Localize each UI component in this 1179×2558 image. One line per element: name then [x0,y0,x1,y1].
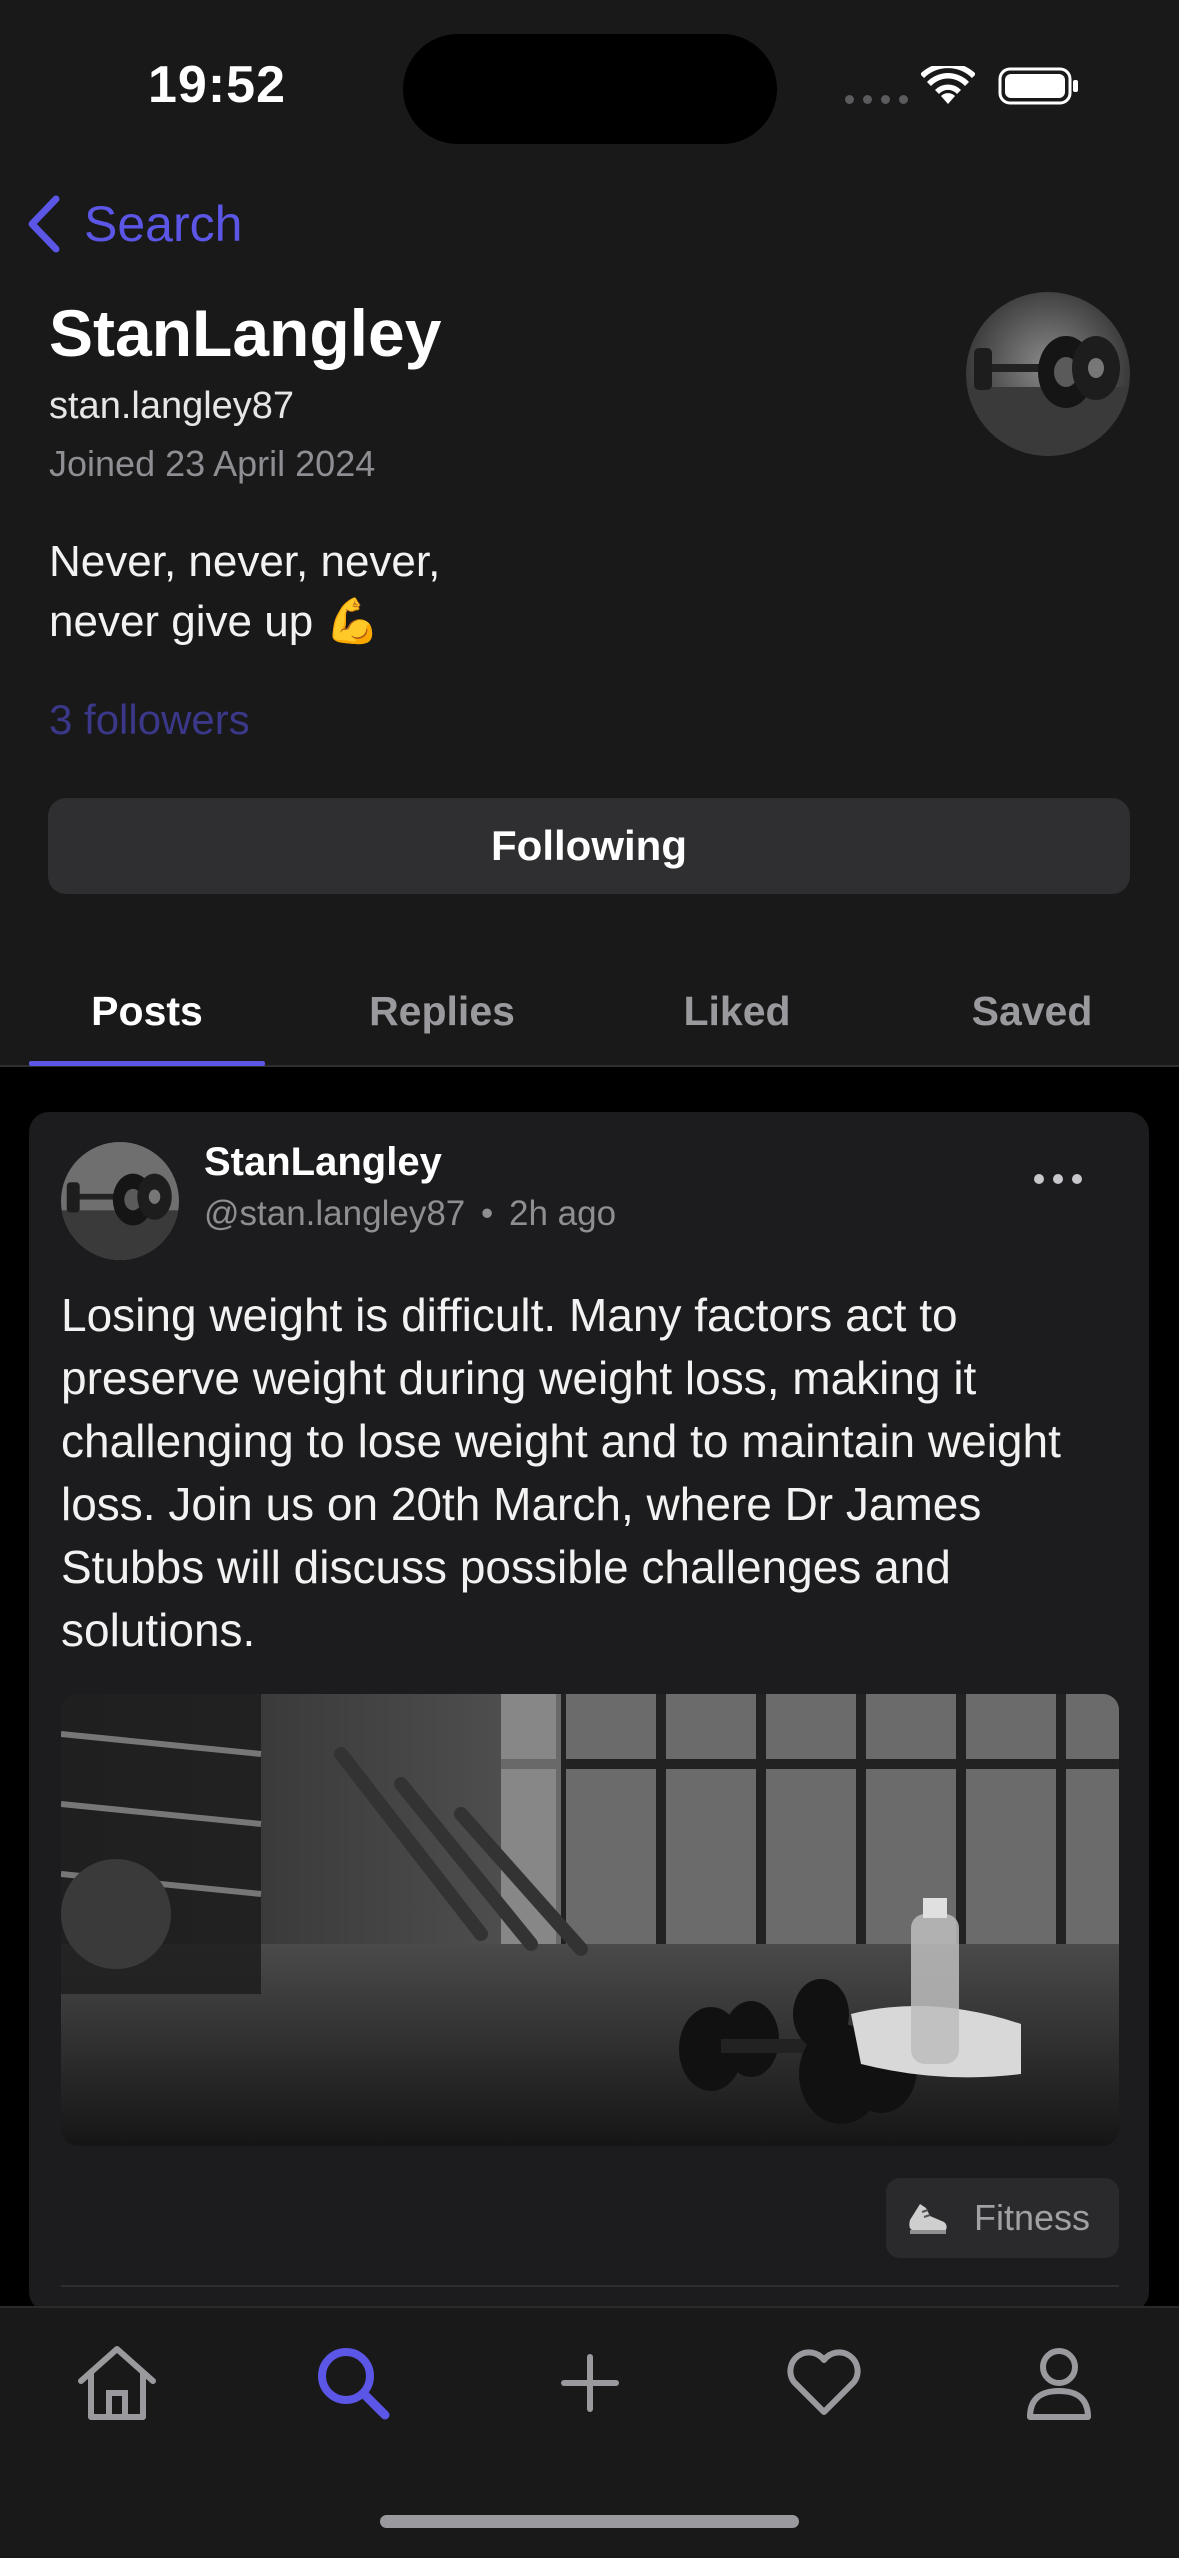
profile-bio: Never, never, never, never give up 💪 [49,532,649,652]
meta-separator: • [481,1194,494,1233]
post-image[interactable] [61,1694,1119,2146]
post-card[interactable]: StanLangley @stan.langley87 • 2h ago Los… [29,1112,1149,2312]
topic-tag-label: Fitness [974,2197,1091,2238]
followers-link[interactable]: 3 followers [49,696,250,744]
home-icon[interactable] [62,2328,172,2438]
post-author-handle: @stan.langley87 [204,1194,466,1233]
post-author-name[interactable]: StanLangley [204,1140,442,1185]
tab-replies[interactable]: Replies [324,988,560,1035]
bio-line-1: Never, never, never, [49,537,441,586]
topic-tag[interactable]: Fitness [886,2178,1119,2258]
back-label: Search [84,196,243,252]
home-indicator [380,2515,799,2528]
person-icon[interactable] [1004,2328,1114,2438]
back-button[interactable]: Search [26,195,242,253]
bio-line-2: never give up 💪 [49,597,381,646]
profile-name: StanLangley [49,296,442,370]
status-time: 19:52 [148,56,286,114]
post-body: Losing weight is difficult. Many factors… [61,1289,1061,1656]
tab-posts[interactable]: Posts [29,988,265,1035]
chevron-left-icon [28,195,60,253]
profile-handle: stan.langley87 [49,385,295,427]
signal-icon [845,95,908,104]
joined-date: Joined 23 April 2024 [49,443,376,484]
status-bar: 19:52 [0,0,1179,180]
search-icon[interactable] [298,2328,408,2438]
plus-icon[interactable] [535,2328,645,2438]
following-button[interactable]: Following [48,798,1130,894]
dynamic-island [403,34,777,144]
post-time: 2h ago [509,1194,617,1233]
tab-liked[interactable]: Liked [619,988,855,1035]
wifi-icon [921,66,975,104]
battery-icon [998,67,1078,105]
profile-avatar[interactable] [966,292,1130,456]
post-author-avatar[interactable] [61,1142,179,1260]
active-tab-indicator [29,1061,265,1066]
post-divider [61,2285,1119,2287]
profile-tabs: Posts Replies Liked Saved [0,960,1179,1067]
tab-saved[interactable]: Saved [914,988,1150,1035]
sneaker-icon [906,2198,950,2238]
heart-icon[interactable] [769,2328,879,2438]
post-meta: @stan.langley87 • 2h ago [204,1194,616,1234]
more-options-icon[interactable] [1034,1174,1082,1184]
